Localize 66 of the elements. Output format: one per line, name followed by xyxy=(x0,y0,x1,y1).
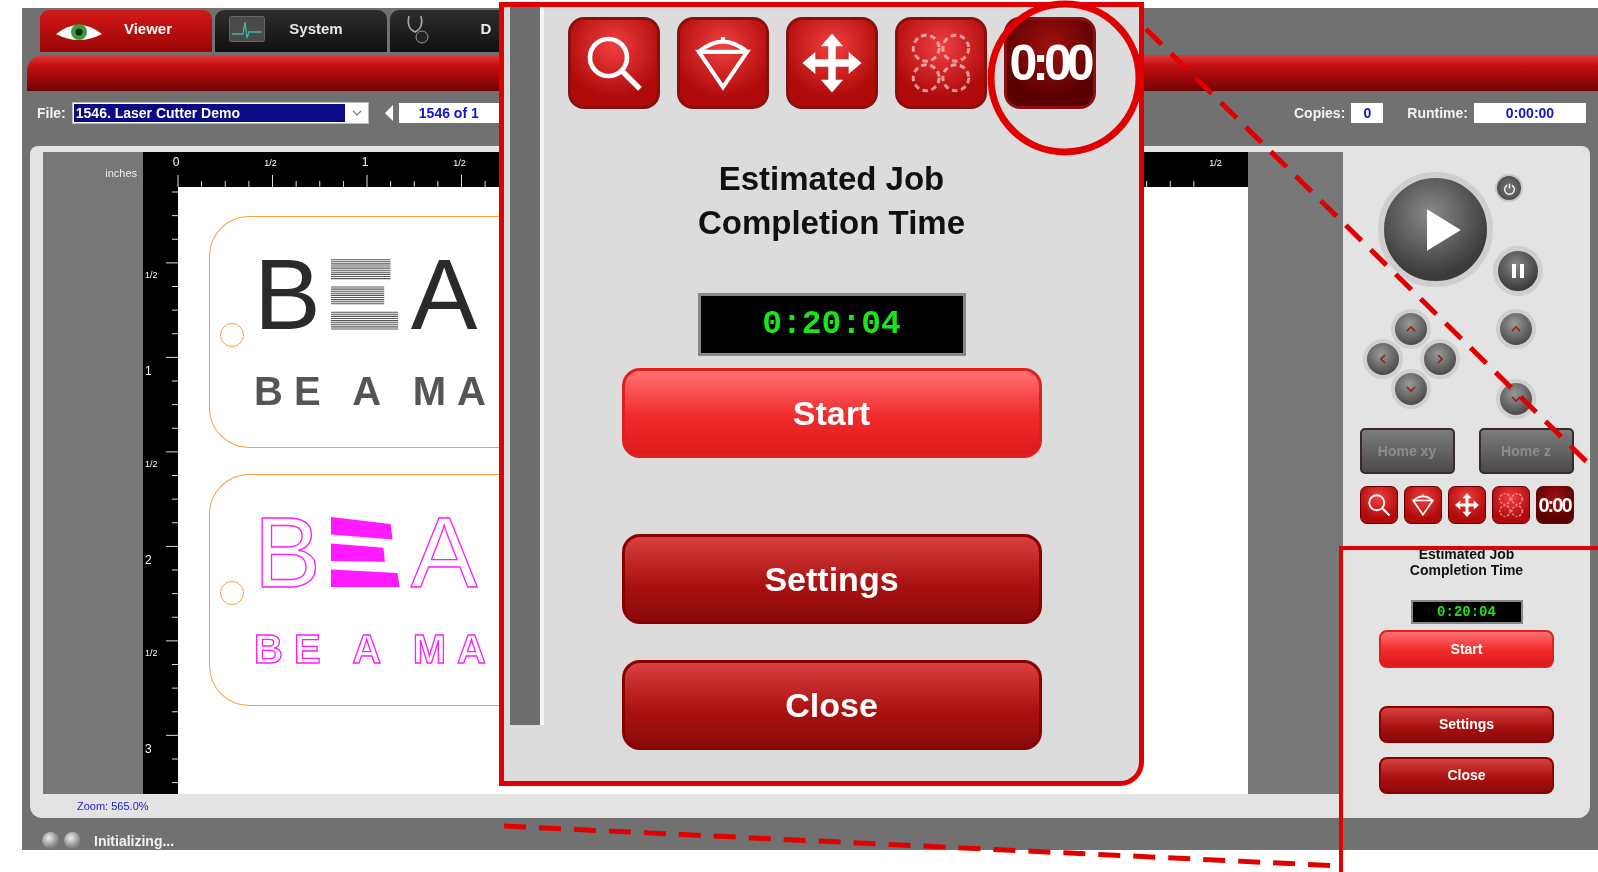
logo-letter: A xyxy=(410,239,478,349)
chevron-down-icon xyxy=(1405,383,1417,395)
jog-button[interactable] xyxy=(1391,309,1431,349)
status-text: Initializing... xyxy=(94,832,175,849)
pause-button[interactable] xyxy=(1493,246,1543,296)
tagline-text: BE A MA xyxy=(254,369,498,414)
file-dropdown[interactable]: 1546. Laser Cutter Demo xyxy=(71,102,369,124)
stethoscope-icon xyxy=(404,14,430,44)
ruler-label: 1/2 xyxy=(1209,158,1222,168)
magnifier-tool-button[interactable] xyxy=(567,17,660,109)
chevron-down-icon xyxy=(1510,393,1522,405)
tab[interactable]: Viewer xyxy=(40,10,212,52)
power-button[interactable] xyxy=(1495,174,1523,202)
action-button[interactable]: Settings xyxy=(621,534,1042,624)
callout-title: Estimated Job xyxy=(718,159,945,199)
ruler-label: 1/2 xyxy=(453,158,466,168)
ruler-label: 1/2 xyxy=(145,647,158,658)
status-light-icon xyxy=(42,832,59,849)
timer-tool-button[interactable]: 0:00 xyxy=(1535,486,1574,525)
ruler-label: 1 xyxy=(145,364,152,378)
callout-title: Completion Time xyxy=(697,203,966,243)
chevron-left-icon xyxy=(1377,353,1389,365)
copies-label: Copies: xyxy=(1294,105,1346,121)
ruler-label: 2 xyxy=(145,553,152,567)
cone-tool-button[interactable] xyxy=(1403,486,1442,525)
status-light-icon xyxy=(64,832,81,849)
copies-field[interactable]: 0 xyxy=(1351,103,1384,123)
ruler-label: 0 xyxy=(172,155,180,169)
time-display: 0:20:04 xyxy=(697,293,966,356)
chevron-right-icon xyxy=(1434,353,1446,365)
time-display: 0:20:04 xyxy=(1410,600,1523,625)
ruler-unit-label: inches xyxy=(105,167,137,179)
action-button[interactable]: Close xyxy=(621,660,1042,750)
circles-tool-button[interactable] xyxy=(894,17,987,109)
move-tool-button[interactable] xyxy=(785,17,878,109)
action-button[interactable]: Settings xyxy=(1379,705,1554,743)
cone-tool-button[interactable] xyxy=(676,17,769,109)
ruler-label: 1/2 xyxy=(145,269,158,280)
ruler-label: 1/2 xyxy=(264,158,277,168)
zoom-level-text: Zoom: 565.0% xyxy=(77,800,150,812)
logo-letter: B xyxy=(254,497,321,607)
runtime-field: 0:00:00 xyxy=(1474,103,1586,123)
pulse-monitor-icon xyxy=(229,16,265,42)
tab[interactable]: System xyxy=(215,10,387,52)
ruler-label: 3 xyxy=(145,742,152,756)
jog-button[interactable] xyxy=(1391,369,1431,409)
action-button[interactable]: Close xyxy=(1379,756,1554,794)
logo-letter: A xyxy=(410,497,478,607)
logo-letter: B xyxy=(254,239,321,349)
jog-button[interactable] xyxy=(1363,339,1403,379)
move-tool-button[interactable] xyxy=(1447,486,1486,525)
jog-button[interactable] xyxy=(1420,339,1460,379)
runtime-label: Runtime: xyxy=(1407,105,1468,121)
previous-arrow-icon[interactable] xyxy=(384,105,393,121)
timer-tool-button[interactable]: 0:00 xyxy=(1003,17,1096,109)
start-button[interactable]: Start xyxy=(621,368,1042,458)
record-counter-field: 1546 of 1 xyxy=(398,103,499,123)
ruler-label: 1/2 xyxy=(145,458,158,469)
start-button[interactable]: Start xyxy=(1379,630,1554,668)
file-label: File: xyxy=(37,105,66,121)
ruler-label: 1 xyxy=(361,155,369,169)
tagline-text: BE A MA xyxy=(254,627,498,672)
magnifier-tool-button[interactable] xyxy=(1359,486,1398,525)
jog-button[interactable] xyxy=(1496,309,1536,349)
power-icon xyxy=(1502,181,1516,195)
circles-tool-button[interactable] xyxy=(1491,486,1530,525)
